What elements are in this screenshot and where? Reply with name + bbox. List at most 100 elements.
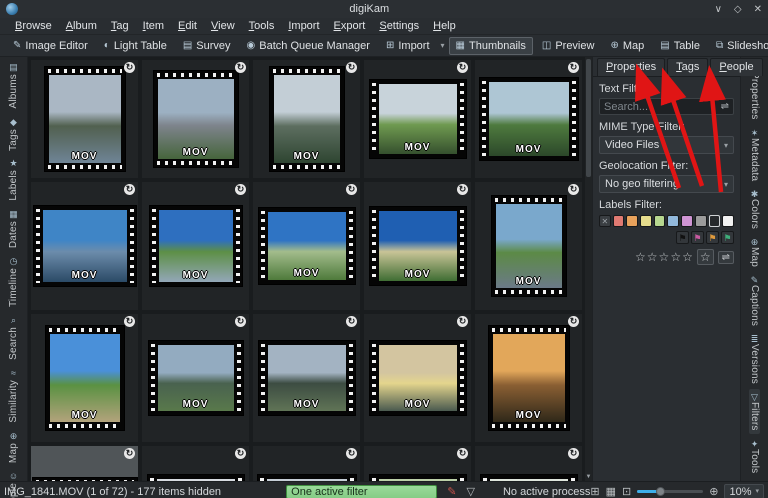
color-label-button-7[interactable] — [709, 215, 721, 227]
search-options-icon[interactable]: ⇌ — [721, 101, 729, 112]
sidebar-tab-filters[interactable]: ▽Filters — [749, 389, 760, 434]
sidebar-tab-tags[interactable]: ◆Tags — [8, 114, 19, 154]
toolbar-button-image-editor[interactable]: ✎Image Editor — [6, 37, 95, 55]
fit-window-icon[interactable]: ⊞ — [590, 485, 599, 498]
rating-star-icon[interactable]: ☆ — [635, 250, 646, 264]
tab-people[interactable]: People — [710, 58, 762, 76]
color-label-button-5[interactable] — [681, 215, 693, 227]
sidebar-tab-captions[interactable]: ✎Captions — [749, 272, 760, 329]
zoom-in-icon[interactable]: ⊕ — [709, 485, 718, 498]
rating-star-icon[interactable]: ☆ — [682, 250, 693, 264]
color-label-button-0[interactable] — [613, 215, 625, 227]
thumbnail-item[interactable]: MOV↻ — [474, 313, 583, 443]
menu-item-export[interactable]: Export — [327, 19, 373, 33]
pick-label-flag-button-2[interactable]: ⚑ — [706, 231, 719, 244]
toolbar-button-table[interactable]: ▤Table — [653, 37, 707, 55]
color-label-button-8[interactable] — [722, 215, 734, 227]
thumbnail-item[interactable]: MOV↻ — [252, 313, 361, 443]
sidebar-tab-timeline[interactable]: ◷Timeline — [8, 253, 19, 310]
scrollbar[interactable]: ▼ — [585, 57, 592, 481]
pick-label-flag-button-3[interactable]: ⚑ — [721, 231, 734, 244]
close-button[interactable]: ✕ — [754, 4, 762, 15]
scrollbar-thumb[interactable] — [586, 59, 591, 177]
filter-funnel-icon[interactable]: ▽ — [466, 485, 474, 498]
sidebar-tab-similarity[interactable]: ≈Similarity — [8, 365, 19, 426]
menu-item-settings[interactable]: Settings — [372, 19, 426, 33]
thumbnail-item[interactable]: MOV↻ — [474, 445, 583, 481]
thumbnail-item[interactable]: MOV↻ — [30, 313, 139, 443]
color-label-button-1[interactable] — [626, 215, 638, 227]
menu-item-view[interactable]: View — [204, 19, 242, 33]
sidebar-tab-search[interactable]: ⌕Search — [8, 312, 19, 363]
pick-label-flag-button-1[interactable]: ⚑ — [691, 231, 704, 244]
menu-item-tools[interactable]: Tools — [242, 19, 282, 33]
color-label-button-4[interactable] — [667, 215, 679, 227]
sidebar-tab-labels[interactable]: ★Labels — [8, 155, 19, 204]
reset-filters-icon[interactable]: ✎ — [447, 485, 456, 498]
toolbar-button-import[interactable]: ⊞Import — [379, 37, 437, 55]
thumbnail-item[interactable]: MOV↻ — [363, 59, 472, 179]
thumbnail-item[interactable]: MOV↻ — [252, 445, 361, 481]
sidebar-tab-colors[interactable]: ✱Colors — [749, 186, 760, 232]
thumbnail-item[interactable]: MOV↻ — [252, 59, 361, 179]
rating-star-button[interactable]: ☆ — [697, 249, 714, 265]
thumbnail-item[interactable]: MOV↻ — [363, 445, 472, 481]
zoom-100-icon[interactable]: ▦ — [606, 485, 616, 498]
sidebar-tab-albums[interactable]: ▤Albums — [8, 59, 19, 112]
toolbar-button-batch-queue-manager[interactable]: ◉Batch Queue Manager — [240, 37, 377, 55]
thumbnail-item[interactable]: MOV↻ — [30, 181, 139, 311]
toolbar-button-preview[interactable]: ◫Preview — [535, 37, 602, 55]
thumbnail-item[interactable]: MOV↻ — [30, 445, 139, 481]
thumbnail-item[interactable]: MOV↻ — [141, 59, 250, 179]
rating-star-icon[interactable]: ☆ — [647, 250, 658, 264]
zoom-slider-handle[interactable] — [656, 487, 665, 496]
color-label-button-3[interactable] — [654, 215, 666, 227]
menu-item-help[interactable]: Help — [426, 19, 463, 33]
rating-star-icon[interactable]: ☆ — [659, 250, 670, 264]
menu-item-album[interactable]: Album — [59, 19, 104, 33]
sidebar-tab-metadata[interactable]: ✶Metadata — [749, 125, 760, 184]
toolbar-button-thumbnails[interactable]: ▦Thumbnails — [449, 37, 533, 55]
thumbnail-item[interactable]: MOV↻ — [141, 313, 250, 443]
toolbar-button-slideshow[interactable]: ⧉Slideshow — [709, 37, 768, 55]
maximize-button[interactable]: ◇ — [734, 4, 742, 15]
thumbnail-item[interactable]: MOV↻ — [474, 59, 583, 179]
search-input[interactable]: Search... ⇌ — [599, 98, 734, 115]
color-label-button-6[interactable] — [695, 215, 707, 227]
scroll-down-arrow[interactable]: ▼ — [585, 474, 592, 480]
sidebar-tab-dates[interactable]: ▦Dates — [8, 206, 19, 251]
toolbar-button-map[interactable]: ⊕Map — [603, 37, 651, 55]
mime-filter-select[interactable]: Video Files ▾ — [599, 136, 734, 154]
menu-item-browse[interactable]: Browse — [8, 19, 59, 33]
no-color-label-button[interactable]: ✕ — [599, 215, 611, 227]
thumbnail-item[interactable]: MOV↻ — [141, 181, 250, 311]
tab-properties[interactable]: Properties — [597, 58, 665, 76]
sidebar-tab-map[interactable]: ⊕Map — [749, 234, 760, 270]
sidebar-tab-map[interactable]: ⊕Map — [8, 428, 19, 466]
chevron-down-icon[interactable]: ▾ — [439, 41, 447, 50]
menu-item-tag[interactable]: Tag — [104, 19, 136, 33]
menu-item-import[interactable]: Import — [281, 19, 326, 33]
minimize-button[interactable]: ∨ — [715, 4, 722, 15]
menu-item-edit[interactable]: Edit — [171, 19, 204, 33]
thumbnail-item[interactable]: MOV↻ — [363, 313, 472, 443]
sidebar-tab-people[interactable]: ☺People — [8, 468, 19, 498]
sidebar-tab-tools[interactable]: ✦Tools — [749, 436, 760, 476]
menu-item-item[interactable]: Item — [136, 19, 171, 33]
zoom-slider[interactable] — [637, 490, 703, 493]
toolbar-button-light-table[interactable]: ◐Light Table — [97, 37, 174, 55]
thumbnail-item[interactable]: MOV↻ — [252, 181, 361, 311]
toolbar-button-survey[interactable]: ▤Survey — [176, 37, 238, 55]
tab-tags[interactable]: Tags — [667, 58, 708, 76]
color-label-button-2[interactable] — [640, 215, 652, 227]
zoom-level-select[interactable]: 10% ▾ — [724, 484, 764, 498]
thumbnail-item[interactable]: MOV↻ — [141, 445, 250, 481]
rating-star-icon[interactable]: ☆ — [670, 250, 681, 264]
rating-options-icon[interactable]: ⇌ — [718, 251, 734, 264]
thumbnail-item[interactable]: MOV↻ — [474, 181, 583, 311]
thumbnail-item[interactable]: MOV↻ — [30, 59, 139, 179]
fit-select-icon[interactable]: ⊡ — [622, 485, 631, 498]
thumbnail-item[interactable]: MOV↻ — [363, 181, 472, 311]
sidebar-tab-versions[interactable]: ≣Versions — [749, 331, 760, 387]
pick-label-flag-button-0[interactable]: ⚑ — [676, 231, 689, 244]
